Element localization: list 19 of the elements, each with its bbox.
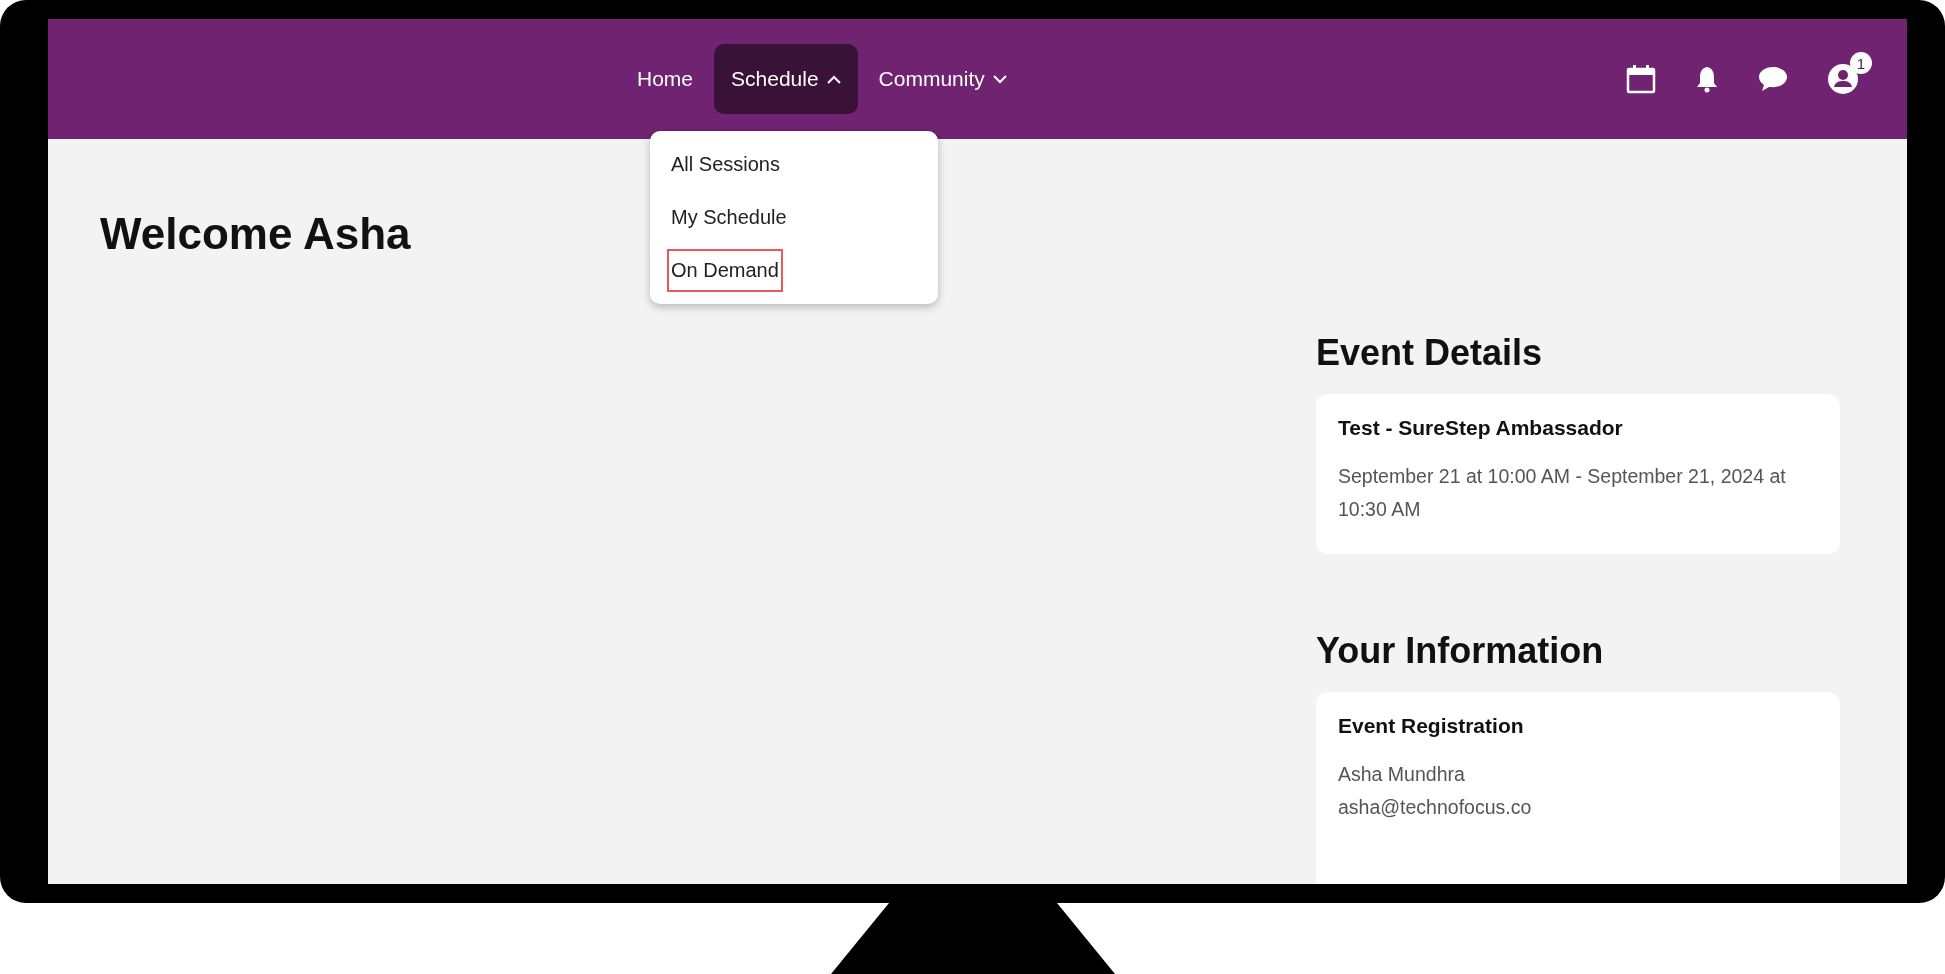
card-title: Test - SureStep Ambassador (1338, 416, 1624, 440)
card-title: Event Registration (1338, 714, 1525, 738)
section-heading: Your Information (1316, 630, 1605, 672)
bell-icon[interactable] (1695, 65, 1719, 93)
chat-bubble-icon[interactable] (1757, 65, 1789, 93)
notification-badge: 1 (1850, 52, 1872, 74)
section-heading: Event Details (1316, 332, 1544, 374)
menu-item[interactable]: All Sessions (667, 143, 784, 186)
card-text: Asha Mundhra (1338, 762, 1466, 787)
nav-link[interactable]: Community (861, 44, 1024, 114)
calendar-icon[interactable] (1625, 63, 1657, 95)
card-text: asha@technofocus.co (1338, 795, 1533, 820)
menu-item[interactable]: My Schedule (667, 196, 791, 239)
menu-item[interactable]: On Demand (667, 249, 783, 292)
card-text: September 21 at 10:00 AM - September 21, 2024 at 10:30 AM (1338, 464, 1787, 522)
nav-link[interactable]: Home (620, 44, 711, 114)
user-icon[interactable] (1827, 63, 1859, 95)
nav-link[interactable]: Schedule (714, 44, 858, 114)
welcome-heading: Welcome Asha (100, 209, 411, 260)
